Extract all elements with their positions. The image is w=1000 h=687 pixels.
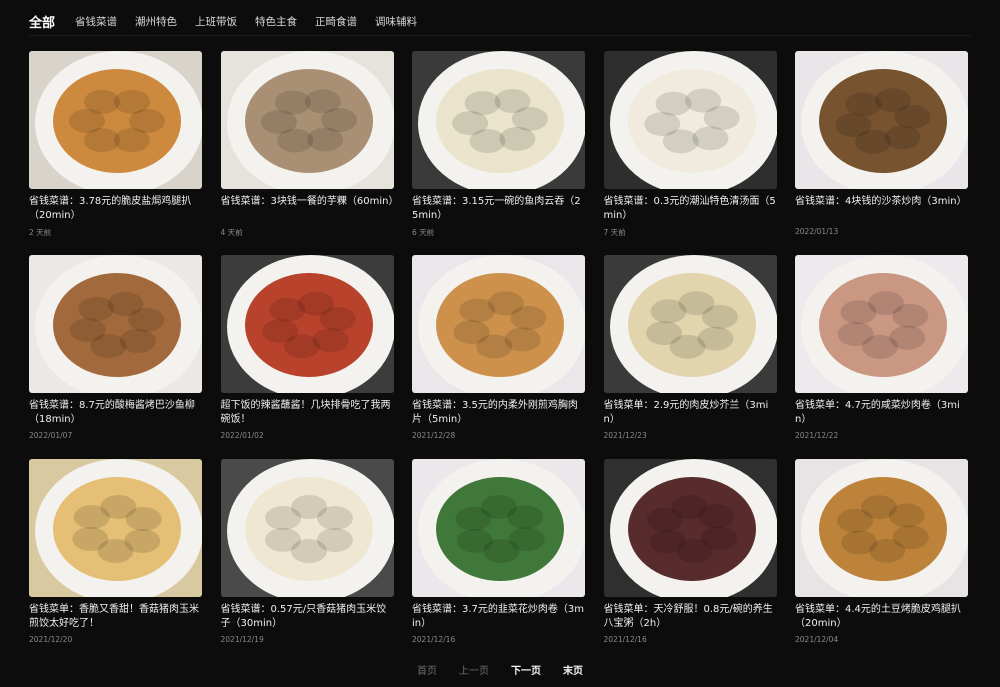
recipe-card[interactable]: 省钱菜谱：0.3元的潮汕特色清汤面（5min） 7 天前 [603, 51, 777, 255]
category-tabs: 全部 省钱菜谱 潮州特色 上班带饭 特色主食 正畸食谱 调味辅料 [29, 7, 971, 36]
recipe-thumbnail[interactable] [29, 255, 202, 393]
recipe-title[interactable]: 省钱菜单：香脆又香甜！香菇猪肉玉米煎饺太好吃了！ [29, 603, 202, 631]
recipe-title[interactable]: 省钱菜谱：3.78元的脆皮盐焗鸡腿扒（20min） [29, 195, 202, 223]
fish-wonton-bowl-photo [412, 51, 585, 189]
recipe-card[interactable]: 省钱菜谱：4块钱的沙茶炒肉（3min） 2022/01/13 [795, 51, 968, 255]
recipe-title[interactable]: 省钱菜单：2.9元的肉皮炒芥兰（3min） [604, 399, 777, 427]
recipe-title[interactable]: 省钱菜单：4.7元的咸菜炒肉卷（3min） [795, 399, 968, 427]
recipe-thumbnail[interactable] [412, 51, 585, 189]
recipe-title[interactable]: 省钱菜单：4.4元的土豆烤脆皮鸡腿扒（20min） [795, 603, 968, 631]
noodle-soup-bowl-photo [603, 51, 777, 189]
recipe-thumbnail[interactable] [29, 459, 202, 597]
recipe-thumbnail[interactable] [795, 51, 968, 189]
recipe-date: 2022/01/07 [29, 431, 73, 440]
recipe-date: 2021/12/19 [220, 635, 264, 644]
recipe-grid: 省钱菜谱：3.78元的脆皮盐焗鸡腿扒（20min） 2 天前 省钱菜谱：3块钱一餐的… [29, 51, 968, 663]
recipe-thumbnail[interactable] [795, 459, 968, 597]
recipe-card[interactable]: 省钱菜谱：3.78元的脆皮盐焗鸡腿扒（20min） 2 天前 [29, 51, 202, 255]
recipe-thumbnail[interactable] [220, 459, 394, 597]
recipe-card[interactable]: 超下饭的辣酱蘸酱！几块排骨吃了我两碗饭！ 2022/01/02 [220, 255, 394, 459]
pan-fried-chicken-breast-photo [412, 255, 585, 393]
recipe-title[interactable]: 省钱菜谱：0.57元/只香菇猪肉玉米饺子（30min） [221, 603, 394, 631]
chicken-leg-steak-photo [29, 51, 202, 189]
spicy-dipping-sauce-photo [220, 255, 394, 393]
pagination: 首页 上一页 下一页 末页 [0, 662, 1000, 677]
recipe-card[interactable]: 省钱菜谱：8.7元的酸梅酱烤巴沙鱼柳（18min） 2022/01/07 [29, 255, 202, 459]
recipe-date: 2022/01/13 [795, 227, 839, 236]
recipe-card[interactable]: 省钱菜谱：3.5元的内柔外刚煎鸡胸肉片（5min） 2021/12/28 [412, 255, 585, 459]
recipe-card[interactable]: 省钱菜谱：0.57元/只香菇猪肉玉米饺子（30min） 2021/12/19 [220, 459, 394, 663]
recipe-date: 2021/12/23 [603, 431, 647, 440]
last-page-link[interactable]: 末页 [563, 662, 583, 677]
pickled-veg-meat-roll-photo [795, 255, 968, 393]
pork-skin-kailan-photo [603, 255, 777, 393]
recipe-date: 2 天前 [29, 228, 52, 237]
recipe-card[interactable]: 省钱菜单：天冷舒服！0.8元/碗的养生八宝粥（2h） 2021/12/16 [603, 459, 777, 663]
recipe-title[interactable]: 省钱菜谱：3块钱一餐的芋粿（60min） [221, 195, 394, 223]
shacha-stir-fry-pork-photo [795, 51, 968, 189]
recipe-thumbnail[interactable] [29, 51, 202, 189]
recipe-thumbnail[interactable] [412, 459, 585, 597]
recipe-thumbnail[interactable] [603, 459, 777, 597]
recipe-date: 2022/01/02 [220, 431, 264, 440]
prev-page-link[interactable]: 上一页 [459, 662, 489, 677]
recipe-card[interactable]: 省钱菜谱：3.15元一碗的鱼肉云吞（25min） 6 天前 [412, 51, 585, 255]
recipe-thumbnail[interactable] [220, 255, 394, 393]
recipe-thumbnail[interactable] [603, 51, 777, 189]
corn-pork-dumpling-photo [220, 459, 394, 597]
recipe-card[interactable]: 省钱菜单：4.7元的咸菜炒肉卷（3min） 2021/12/22 [795, 255, 968, 459]
next-page-link[interactable]: 下一页 [511, 662, 541, 677]
recipe-title[interactable]: 省钱菜单：天冷舒服！0.8元/碗的养生八宝粥（2h） [604, 603, 777, 631]
recipe-title[interactable]: 省钱菜谱：8.7元的酸梅酱烤巴沙鱼柳（18min） [29, 399, 202, 427]
tab-6[interactable]: 调味辅料 [375, 14, 417, 29]
tab-5[interactable]: 正畸食谱 [315, 14, 357, 29]
recipe-date: 2021/12/22 [795, 431, 839, 440]
recipe-card[interactable]: 省钱菜谱：3块钱一餐的芋粿（60min） 4 天前 [220, 51, 394, 255]
recipe-date: 2021/12/28 [412, 431, 456, 440]
recipe-title[interactable]: 省钱菜谱：3.7元的韭菜花炒肉卷（3min） [412, 603, 585, 631]
first-page-link[interactable]: 首页 [417, 662, 437, 677]
recipe-title[interactable]: 省钱菜谱：4块钱的沙茶炒肉（3min） [795, 195, 968, 223]
tab-0[interactable]: 全部 [29, 12, 55, 31]
recipe-thumbnail[interactable] [412, 255, 585, 393]
recipe-title[interactable]: 超下饭的辣酱蘸酱！几块排骨吃了我两碗饭！ [221, 399, 394, 427]
pan-fried-dumplings-photo [29, 459, 202, 597]
recipe-thumbnail[interactable] [603, 255, 777, 393]
potato-roast-chicken-photo [795, 459, 968, 597]
recipe-date: 2021/12/04 [795, 635, 839, 644]
tab-2[interactable]: 潮州特色 [135, 14, 177, 29]
recipe-date: 6 天前 [412, 228, 435, 237]
tab-3[interactable]: 上班带饭 [195, 14, 237, 29]
recipe-title[interactable]: 省钱菜谱：0.3元的潮汕特色清汤面（5min） [604, 195, 777, 223]
recipe-card[interactable]: 省钱菜单：4.4元的土豆烤脆皮鸡腿扒（20min） 2021/12/04 [795, 459, 968, 663]
recipe-date: 2021/12/16 [412, 635, 456, 644]
recipe-date: 2021/12/16 [603, 635, 647, 644]
recipe-card[interactable]: 省钱菜单：2.9元的肉皮炒芥兰（3min） 2021/12/23 [603, 255, 777, 459]
recipe-date: 2021/12/20 [29, 635, 73, 644]
recipe-card[interactable]: 省钱菜谱：3.7元的韭菜花炒肉卷（3min） 2021/12/16 [412, 459, 585, 663]
taro-cake-photo [220, 51, 394, 189]
eight-treasure-porridge-photo [603, 459, 777, 597]
grilled-basa-fillet-photo [29, 255, 202, 393]
recipe-date: 4 天前 [220, 228, 243, 237]
recipe-thumbnail[interactable] [795, 255, 968, 393]
tab-1[interactable]: 省钱菜谱 [75, 14, 117, 29]
recipe-card[interactable]: 省钱菜单：香脆又香甜！香菇猪肉玉米煎饺太好吃了！ 2021/12/20 [29, 459, 202, 663]
recipe-date: 7 天前 [603, 228, 626, 237]
recipe-title[interactable]: 省钱菜谱：3.5元的内柔外刚煎鸡胸肉片（5min） [412, 399, 585, 427]
recipe-title[interactable]: 省钱菜谱：3.15元一碗的鱼肉云吞（25min） [412, 195, 585, 223]
chive-flower-meat-roll-photo [412, 459, 585, 597]
recipe-thumbnail[interactable] [220, 51, 394, 189]
tab-4[interactable]: 特色主食 [255, 14, 297, 29]
recipe-list-page: 全部 省钱菜谱 潮州特色 上班带饭 特色主食 正畸食谱 调味辅料 省钱菜谱：3.78元的脆皮… [0, 0, 1000, 687]
